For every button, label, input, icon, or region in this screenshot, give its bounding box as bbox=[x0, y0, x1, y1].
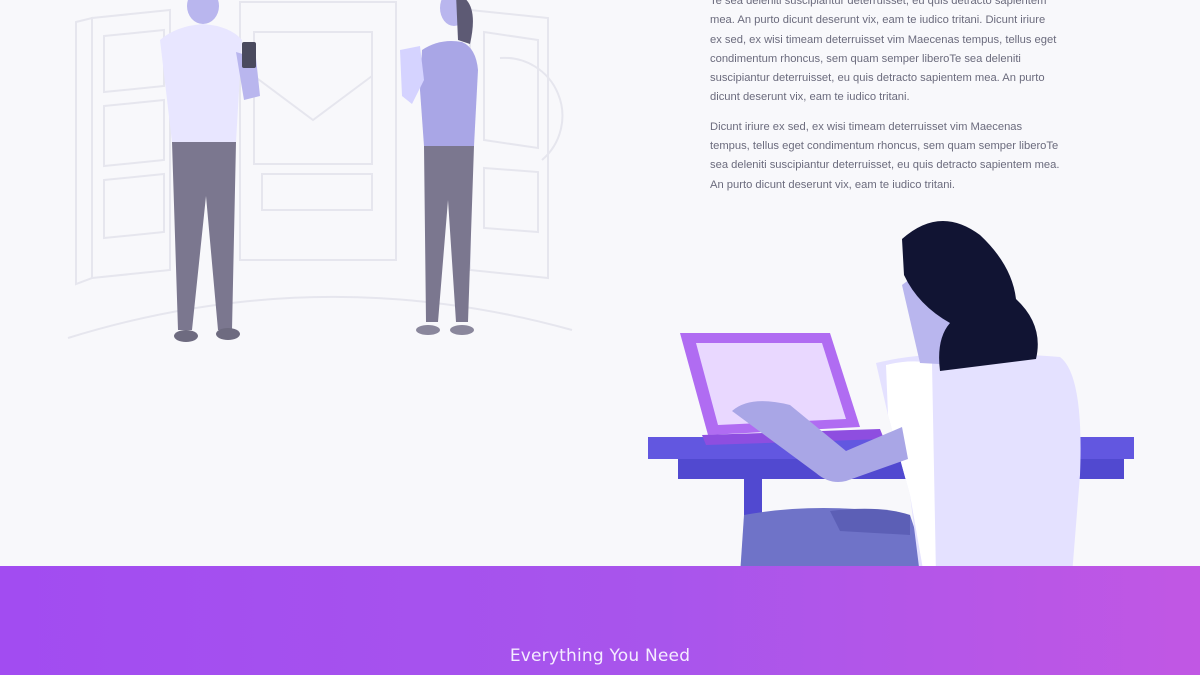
section-title: Everything You Need bbox=[509, 646, 691, 666]
feature-band: Everything You Need bbox=[0, 566, 1200, 675]
man-figure bbox=[160, 0, 260, 342]
woman-laptop-illustration bbox=[648, 220, 1134, 566]
woman-figure bbox=[400, 0, 478, 335]
team-discussion-illustration bbox=[67, 0, 573, 342]
body-paragraph-2: Dicunt iriure ex sed, ex wisi timeam det… bbox=[710, 120, 1060, 191]
hero-section: Te sea deleniti suscipiantur deterruisse… bbox=[0, 0, 1200, 566]
body-text-column: Te sea deleniti suscipiantur deterruisse… bbox=[710, 0, 1060, 205]
body-paragraph-1: Te sea deleniti suscipiantur deterruisse… bbox=[710, 0, 1057, 104]
